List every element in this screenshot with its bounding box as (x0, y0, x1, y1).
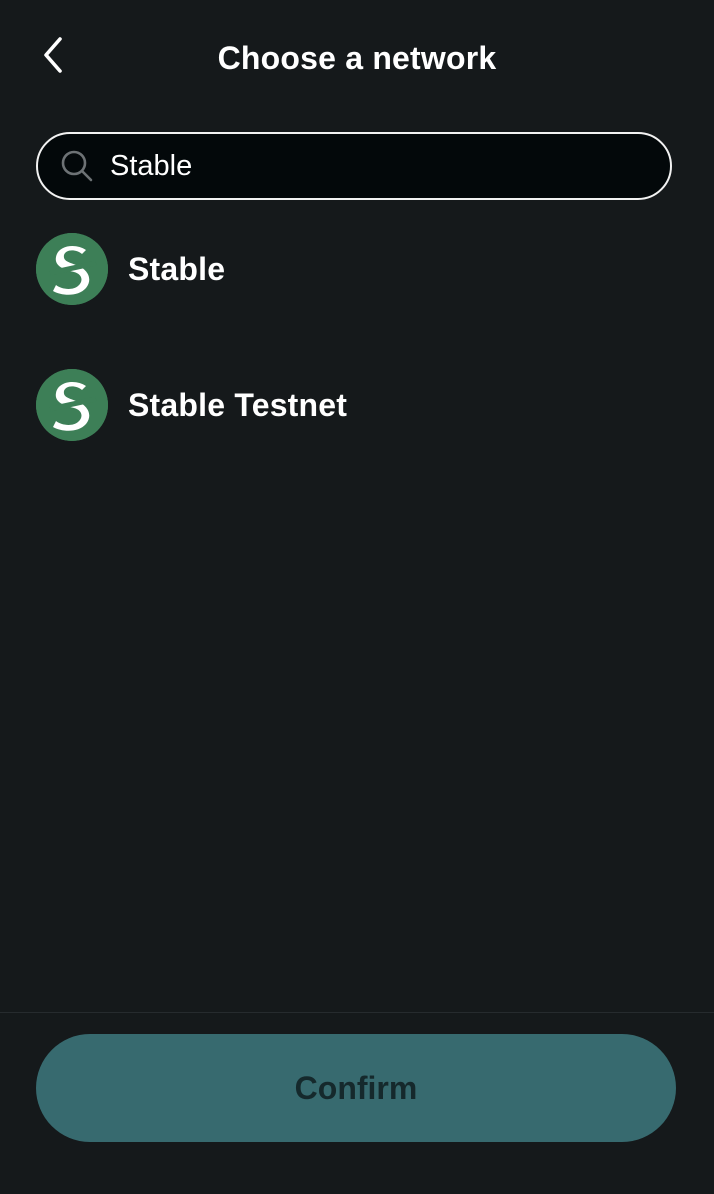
search-bar[interactable] (36, 132, 672, 200)
page-title: Choose a network (217, 40, 497, 76)
search-input[interactable] (110, 149, 670, 183)
stable-logo-icon (36, 233, 108, 305)
stable-logo-icon (36, 369, 108, 441)
search-icon (60, 149, 94, 183)
network-item-stable[interactable]: Stable (36, 232, 676, 306)
network-name: Stable Testnet (128, 386, 348, 423)
header: Choose a network (0, 0, 714, 116)
network-name: Stable (128, 250, 226, 287)
confirm-button[interactable]: Confirm (36, 1034, 676, 1142)
network-item-stable-testnet[interactable]: Stable Testnet (36, 368, 676, 442)
footer-divider (0, 1012, 714, 1013)
